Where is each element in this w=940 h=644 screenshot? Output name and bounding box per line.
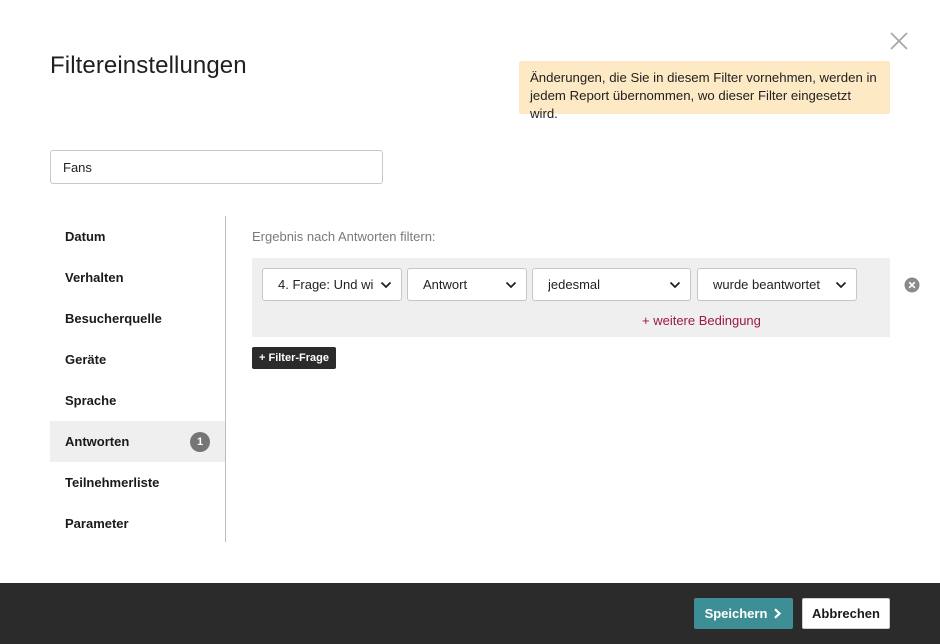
chevron-down-icon [835,281,847,289]
sidebar-item-label: Parameter [65,516,129,531]
sidebar-item-parameter[interactable]: Parameter [50,503,225,544]
chevron-down-icon [669,281,681,289]
field-select[interactable]: Antwort [407,268,527,301]
sidebar-item-datum[interactable]: Datum [50,216,225,257]
condition-panel: 4. Frage: Und wi Antwort jedesmal wurde … [252,258,890,337]
answer-select[interactable]: jedesmal [532,268,691,301]
filter-name-input[interactable] [50,150,383,184]
sidebar-item-label: Teilnehmerliste [65,475,160,490]
chevron-right-icon [774,608,782,619]
sidebar-item-label: Antworten [65,434,130,449]
cancel-button[interactable]: Abbrechen [802,598,890,629]
sidebar-item-label: Besucherquelle [65,311,162,326]
operator-select[interactable]: wurde beantwortet [697,268,857,301]
close-icon[interactable] [888,30,910,52]
sidebar-item-sprache[interactable]: Sprache [50,380,225,421]
save-button-label: Speichern [704,606,768,621]
sidebar-item-teilnehmerliste[interactable]: Teilnehmerliste [50,462,225,503]
count-badge: 1 [190,432,210,452]
chevron-down-icon [380,281,392,289]
add-filter-question-button[interactable]: + Filter-Frage [252,347,336,369]
sidebar-item-label: Sprache [65,393,117,408]
add-condition-link[interactable]: + weitere Bedingung [642,313,761,328]
filter-category-sidebar: Datum Verhalten Besucherquelle Geräte Sp… [50,216,226,542]
sidebar-item-verhalten[interactable]: Verhalten [50,257,225,298]
info-notice: Änderungen, die Sie in diesem Filter vor… [519,61,890,121]
dialog-footer: Speichern Abbrechen [0,583,940,644]
sidebar-item-label: Geräte [65,352,107,367]
section-label: Ergebnis nach Antworten filtern: [252,229,436,244]
sidebar-item-label: Verhalten [65,270,124,285]
sidebar-item-label: Datum [65,229,106,244]
dialog-title: Filtereinstellungen [50,52,247,79]
chevron-down-icon [505,281,517,289]
sidebar-item-geraete[interactable]: Geräte [50,339,225,380]
save-button[interactable]: Speichern [694,598,793,629]
sidebar-item-antworten[interactable]: Antworten 1 [50,421,225,462]
question-select[interactable]: 4. Frage: Und wi [262,268,402,301]
sidebar-item-besucherquelle[interactable]: Besucherquelle [50,298,225,339]
remove-circle-icon[interactable] [904,277,920,293]
